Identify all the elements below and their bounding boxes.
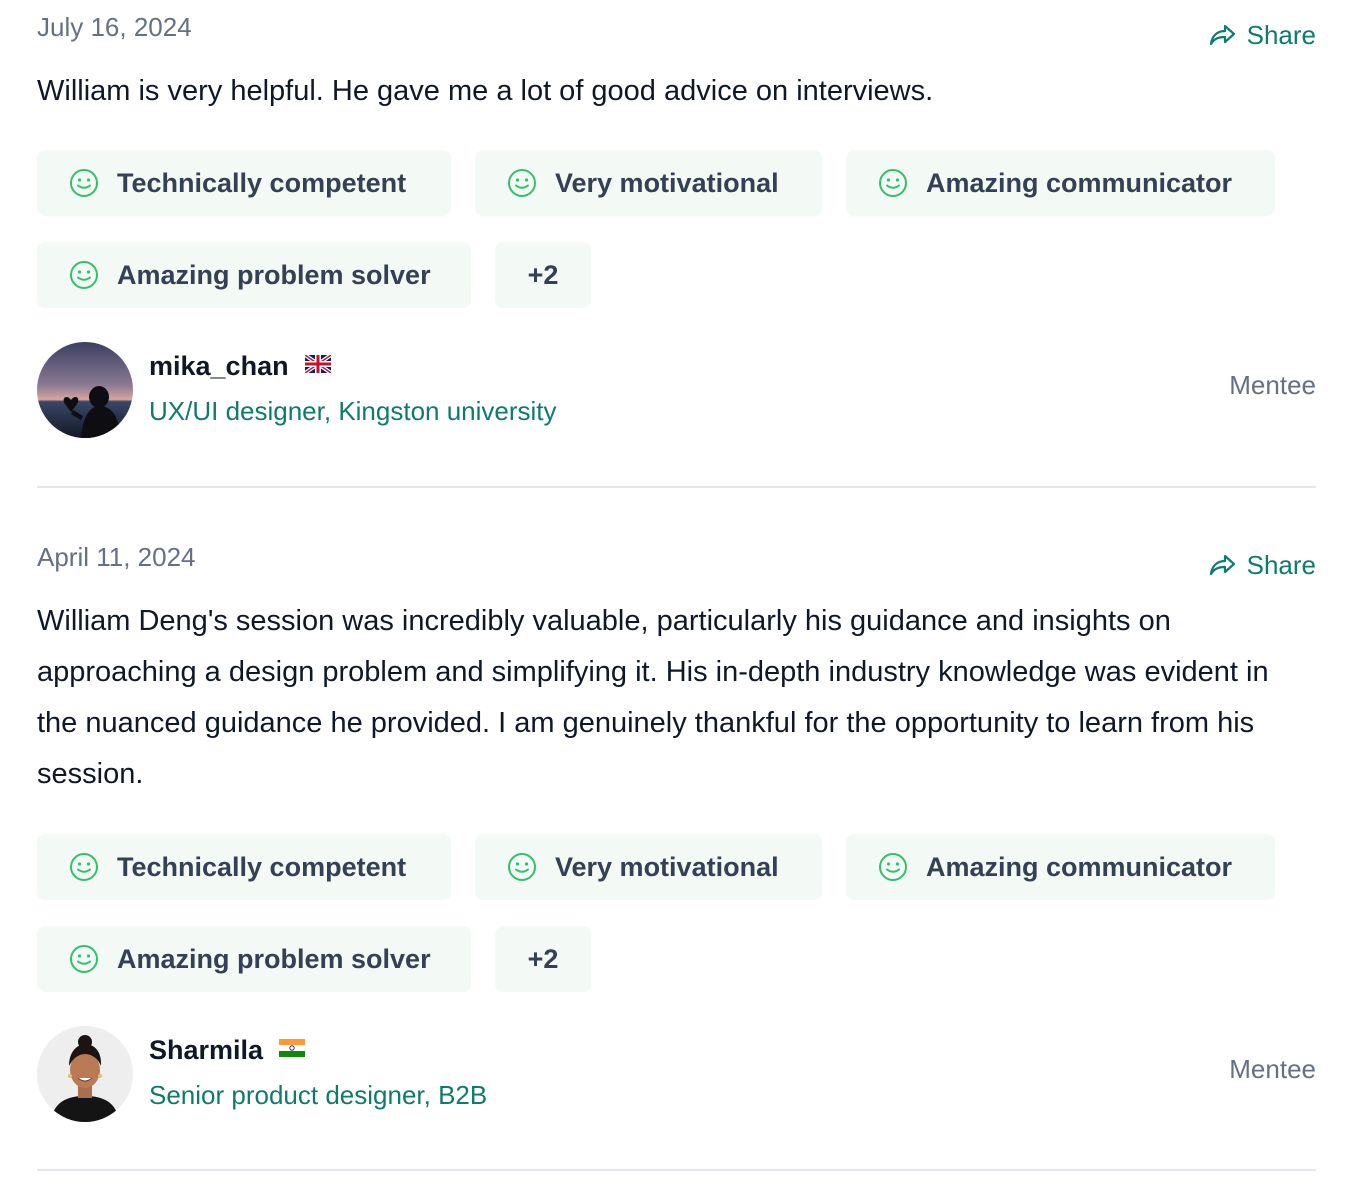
share-button[interactable]: Share — [1209, 18, 1316, 52]
review-card: July 16, 2024 Share William is very help… — [37, 0, 1316, 488]
smile-icon — [508, 853, 536, 881]
review-text: William Deng's session was incredibly va… — [37, 605, 1269, 790]
divider — [37, 1169, 1316, 1171]
avatar — [37, 1026, 133, 1122]
tag-chip: Technically competent — [37, 834, 451, 900]
review-author: mika_chan UX/UI designer, Kingston unive… — [37, 342, 1316, 438]
review-text: William is very helpful. He gave me a lo… — [37, 75, 934, 107]
tag-label: Very motivational — [555, 851, 779, 882]
smile-icon — [70, 261, 98, 289]
share-label: Share — [1246, 550, 1316, 580]
avatar — [37, 342, 133, 438]
india-flag-icon — [279, 1038, 306, 1062]
reviews-list: July 16, 2024 Share William is very help… — [0, 0, 1364, 1190]
more-tags-button[interactable]: +2 — [495, 242, 591, 308]
tag-chip: Amazing problem solver — [37, 242, 471, 308]
tag-label: Technically competent — [117, 851, 407, 882]
tag-chip: Technically competent — [37, 150, 451, 216]
tag-chip: Amazing problem solver — [37, 926, 471, 992]
tag-label: Very motivational — [555, 167, 779, 198]
author-title: Senior product designer, B2B — [149, 1080, 488, 1110]
smile-icon — [508, 169, 536, 197]
review-card: April 11, 2024 Share William Deng's sess… — [37, 530, 1316, 1171]
review-date: April 11, 2024 — [37, 542, 196, 572]
smile-icon — [879, 853, 907, 881]
share-button[interactable]: Share — [1209, 548, 1316, 582]
author-name[interactable]: mika_chan — [149, 348, 289, 384]
tag-label: Amazing communicator — [926, 851, 1233, 882]
author-name-row: Sharmila — [149, 1032, 306, 1068]
more-tags-button[interactable]: +2 — [495, 926, 591, 992]
review-date: July 16, 2024 — [37, 12, 192, 42]
tag-chip: Very motivational — [475, 834, 822, 900]
tag-label: Amazing problem solver — [117, 943, 431, 974]
smile-icon — [70, 945, 98, 973]
author-role: Mentee — [1229, 1054, 1316, 1084]
smile-icon — [879, 169, 907, 197]
share-icon — [1209, 553, 1237, 577]
tag-chip: Very motivational — [475, 150, 822, 216]
tag-chip: Amazing communicator — [846, 150, 1275, 216]
author-role: Mentee — [1229, 370, 1316, 400]
uk-flag-icon — [303, 352, 332, 378]
review-author: Sharmila Senior product designer, B2B Me… — [37, 1026, 1316, 1122]
smile-icon — [70, 169, 98, 197]
author-name-row: mika_chan — [149, 348, 332, 384]
tag-label: Amazing problem solver — [117, 259, 431, 290]
divider — [37, 486, 1316, 488]
tag-label: Technically competent — [117, 167, 407, 198]
share-label: Share — [1246, 20, 1316, 50]
author-name[interactable]: Sharmila — [149, 1032, 263, 1068]
tag-chip: Amazing communicator — [846, 834, 1275, 900]
share-icon — [1209, 23, 1237, 47]
smile-icon — [70, 853, 98, 881]
tag-label: Amazing communicator — [926, 167, 1233, 198]
author-title: UX/UI designer, Kingston university — [149, 396, 557, 426]
